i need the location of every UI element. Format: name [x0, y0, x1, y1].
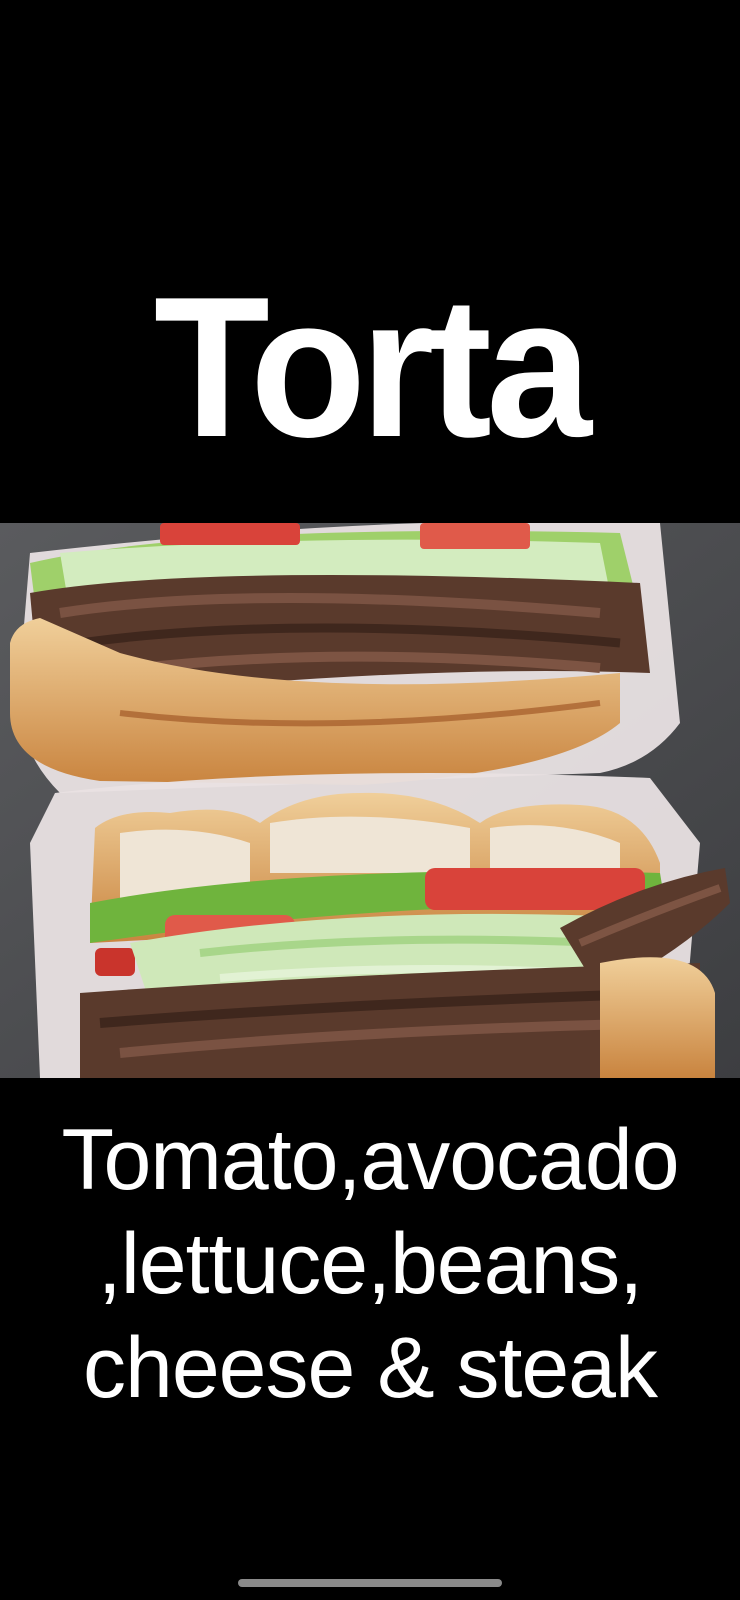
sandwich-illustration	[0, 523, 740, 1078]
home-indicator[interactable]	[238, 1579, 502, 1587]
caption-line-2: ,lettuce,beans,	[97, 1216, 643, 1312]
caption-line-3: cheese & steak	[82, 1320, 658, 1416]
top-sandwich-half	[10, 523, 680, 793]
bottom-sandwich-half	[30, 773, 730, 1078]
ingredients-caption: Tomato,avocado ,lettuce,beans, cheese & …	[0, 1108, 740, 1420]
caption-line-1: Tomato,avocado	[61, 1112, 679, 1208]
sandwich-photo	[0, 523, 740, 1078]
title-heading: Torta	[153, 256, 592, 479]
